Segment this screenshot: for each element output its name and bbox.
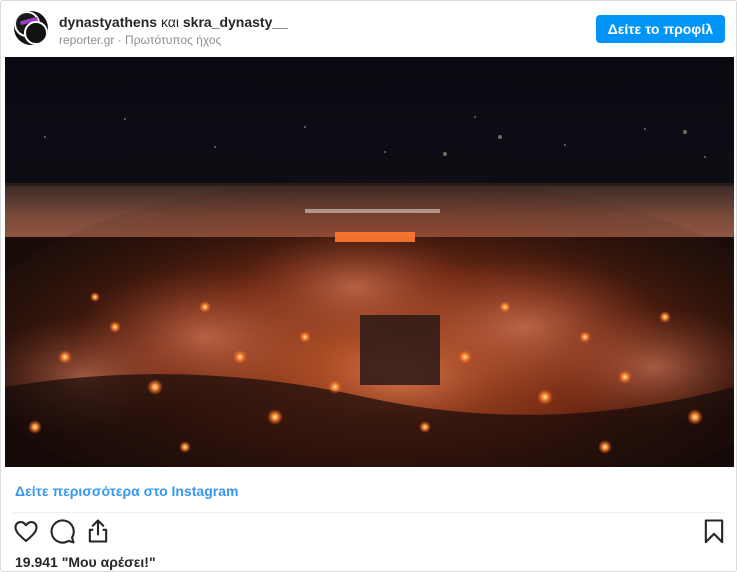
audio-label[interactable]: Πρωτότυπος ήχος: [125, 33, 221, 47]
view-profile-button[interactable]: Δείτε το προφίλ: [595, 15, 725, 43]
username-primary[interactable]: dynastyathens: [59, 14, 157, 30]
source-link[interactable]: reporter.gr: [59, 33, 114, 47]
heart-icon[interactable]: [12, 517, 40, 545]
bookmark-icon[interactable]: [700, 517, 728, 545]
view-more-on-instagram-link[interactable]: Δείτε περισσότερα στο Instagram: [15, 483, 238, 499]
action-bar: [1, 517, 736, 551]
avatar[interactable]: [14, 11, 48, 45]
stadium-flares-photo: [5, 57, 734, 467]
instagram-embed: dynastyathens και skra_dynasty__ reporte…: [0, 0, 737, 572]
users-line: dynastyathens και skra_dynasty__: [59, 13, 559, 31]
conjunction: και: [160, 14, 179, 30]
sub-line: reporter.gr · Πρωτότυπος ήχος: [59, 32, 559, 48]
likes-count[interactable]: 19.941 "Μου αρέσει!": [15, 554, 156, 570]
avatar-front: [24, 21, 48, 45]
header-text: dynastyathens και skra_dynasty__ reporte…: [59, 13, 559, 48]
share-icon[interactable]: [84, 517, 112, 545]
divider: [13, 512, 724, 513]
separator: ·: [117, 33, 122, 47]
post-header: dynastyathens και skra_dynasty__ reporte…: [1, 1, 736, 56]
username-secondary[interactable]: skra_dynasty__: [183, 14, 288, 30]
post-image[interactable]: [5, 57, 734, 467]
comment-icon[interactable]: [48, 517, 76, 545]
